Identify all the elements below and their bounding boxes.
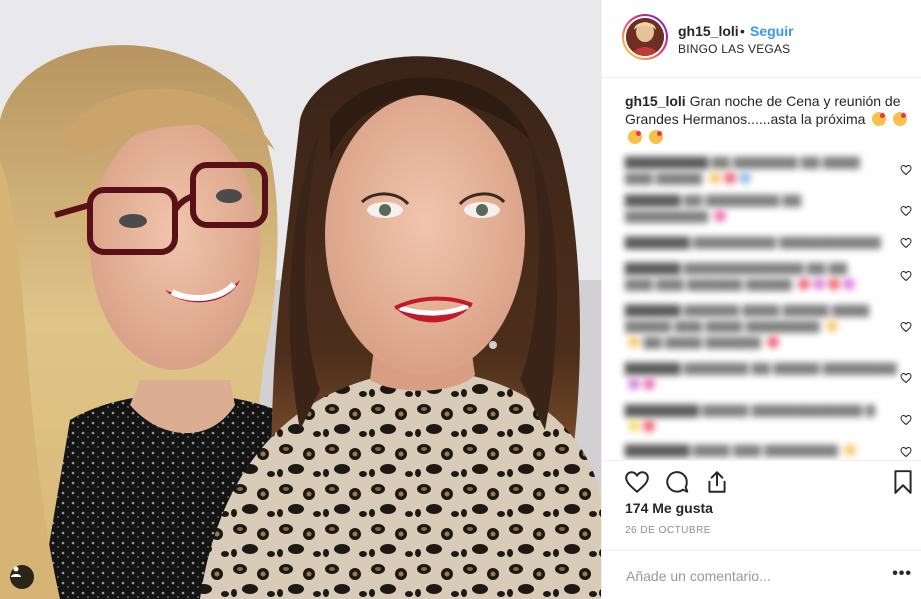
comment-like-heart-icon[interactable]: [900, 414, 912, 426]
comment-like-heart-icon[interactable]: [900, 321, 912, 333]
list-item: ▇▇▇▇▇▇ ▇▇▇▇▇▇▇ ▇▇ ▇▇▇▇▇ ▇▇▇▇▇▇▇▇: [625, 360, 915, 392]
follow-button[interactable]: Seguir: [750, 23, 794, 39]
share-icon[interactable]: [704, 469, 730, 495]
list-item: ▇▇▇▇▇▇▇▇ ▇▇▇▇▇ ▇▇▇▇▇▇▇▇▇▇▇▇ ▇: [625, 402, 915, 434]
list-item: ▇▇▇▇▇▇ ▇▇ ▇▇▇▇▇▇▇▇ ▇▇ ▇▇▇▇▇▇▇▇▇: [625, 192, 915, 224]
add-comment-bar: •••: [602, 550, 921, 599]
kiss-emoji-icon: [872, 112, 887, 126]
comment-like-heart-icon[interactable]: [900, 164, 912, 176]
kiss-emoji-icon: [628, 130, 642, 144]
photo-illustration: [0, 0, 601, 599]
blurred-comment: ▇▇▇▇▇▇▇ ▇▇▇▇ ▇▇▇ ▇▇▇▇▇▇▇▇: [625, 442, 915, 458]
comment-like-heart-icon[interactable]: [900, 205, 912, 217]
bookmark-icon[interactable]: [890, 469, 916, 495]
blurred-comment: [625, 376, 915, 392]
comment-like-heart-icon[interactable]: [900, 372, 912, 384]
more-options-icon[interactable]: •••: [892, 565, 912, 583]
list-item: ▇▇▇▇▇▇▇ ▇▇▇▇ ▇▇▇ ▇▇▇▇▇▇▇▇: [625, 442, 915, 458]
avatar[interactable]: [622, 14, 668, 60]
comment-input[interactable]: [624, 565, 868, 587]
username-link[interactable]: gh15_loli: [678, 23, 739, 39]
blurred-comment: ▇▇▇▇▇▇▇▇▇: [625, 208, 915, 224]
caption-username[interactable]: gh15_loli: [625, 93, 686, 109]
separator-dot: •: [740, 23, 745, 39]
blurred-comment: ▇▇▇ ▇▇▇▇▇: [625, 170, 915, 186]
list-item: ▇▇▇▇▇▇▇▇▇ ▇▇ ▇▇▇▇▇▇▇ ▇▇ ▇▇▇▇ ▇▇▇ ▇▇▇▇▇: [625, 154, 915, 186]
blurred-comment: ▇▇▇▇▇▇ ▇▇▇▇▇▇▇ ▇▇ ▇▇▇▇▇ ▇▇▇▇▇▇▇▇: [625, 361, 897, 375]
list-item: ▇▇▇▇▇▇ ▇▇▇▇▇▇ ▇▇▇▇ ▇▇▇▇▇ ▇▇▇▇ ▇▇▇▇▇ ▇▇▇ …: [625, 302, 915, 350]
blurred-comment: ▇▇▇▇▇▇▇▇ ▇▇▇▇▇ ▇▇▇▇▇▇▇▇▇▇▇▇ ▇: [625, 403, 875, 417]
blurred-comment: ▇▇▇▇▇▇ ▇▇▇▇▇▇▇▇▇▇▇▇▇ ▇▇ ▇▇: [625, 261, 848, 275]
post-date[interactable]: 26 DE OCTUBRE: [625, 525, 711, 536]
list-item: ▇▇▇▇▇▇ ▇▇▇▇▇▇▇▇▇▇▇▇▇ ▇▇ ▇▇ ▇▇▇ ▇▇▇ ▇▇▇▇▇…: [625, 260, 915, 292]
kiss-emoji-icon: [893, 112, 908, 126]
blurred-comment: ▇▇ ▇▇▇▇ ▇▇▇▇▇▇: [625, 334, 915, 350]
comment-icon[interactable]: [664, 469, 690, 495]
comment-like-heart-icon[interactable]: [900, 270, 912, 282]
comment-like-heart-icon[interactable]: [900, 446, 912, 458]
post-header: gh15_loli • Seguir BINGO LAS VEGAS: [602, 0, 921, 78]
comment-like-heart-icon[interactable]: [900, 237, 912, 249]
kiss-emoji-icon: [648, 130, 663, 144]
like-count[interactable]: 174 Me gusta: [625, 500, 713, 516]
heart-icon[interactable]: [624, 469, 650, 495]
blurred-comment: ▇▇▇▇▇▇▇ ▇▇▇▇▇▇▇▇▇ ▇▇▇▇▇▇▇▇▇▇▇: [625, 235, 881, 249]
comments-list: ▇▇▇▇▇▇▇▇▇ ▇▇ ▇▇▇▇▇▇▇ ▇▇ ▇▇▇▇ ▇▇▇ ▇▇▇▇▇ ▇…: [602, 150, 921, 460]
blurred-comment: ▇▇▇▇▇▇ ▇▇ ▇▇▇▇▇▇▇▇ ▇▇: [625, 193, 802, 207]
user-tag-icon[interactable]: [10, 565, 34, 589]
post-caption: gh15_loli Gran noche de Cena y reunión d…: [625, 92, 915, 146]
blurred-comment: ▇▇▇▇▇▇ ▇▇▇▇▇▇ ▇▇▇▇ ▇▇▇▇▇ ▇▇▇▇: [625, 303, 870, 317]
blurred-comment: ▇▇▇▇▇▇▇▇▇ ▇▇ ▇▇▇▇▇▇▇ ▇▇ ▇▇▇▇: [625, 155, 860, 169]
blurred-comment: ▇▇▇▇▇ ▇▇▇ ▇▇▇▇ ▇▇▇▇▇▇▇▇: [625, 318, 915, 334]
list-item: ▇▇▇▇▇▇▇ ▇▇▇▇▇▇▇▇▇ ▇▇▇▇▇▇▇▇▇▇▇: [625, 234, 915, 250]
post-sidebar: gh15_loli • Seguir BINGO LAS VEGAS gh15_…: [601, 0, 921, 599]
post-photo[interactable]: [0, 0, 601, 599]
blurred-comment: [625, 418, 915, 434]
location-link[interactable]: BINGO LAS VEGAS: [678, 42, 790, 56]
blurred-comment: ▇▇▇ ▇▇▇ ▇▇▇▇▇▇ ▇▇▇▇▇: [625, 276, 915, 292]
